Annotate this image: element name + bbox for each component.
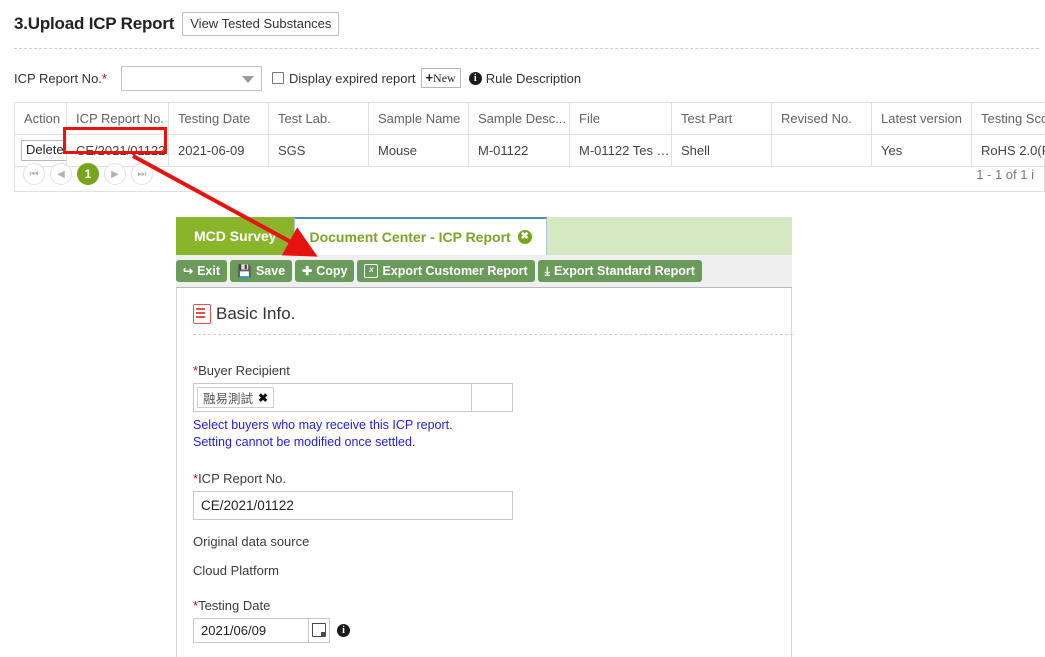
save-button[interactable]: 💾 Save [230,260,292,282]
col-sample-desc: Sample Desc... [469,103,570,135]
new-button[interactable]: +New [421,68,460,89]
testing-date-input[interactable] [193,618,308,643]
original-data-source-value: Cloud Platform [193,563,771,578]
export-standard-report-label: Export Standard Report [554,264,695,278]
basic-info-divider [193,334,793,335]
chevron-down-icon [242,76,254,83]
buyer-recipient-hint: Select buyers who may receive this ICP r… [193,417,488,451]
save-icon: 💾 [237,265,252,277]
page-title: 3.Upload ICP Report [14,14,174,34]
info-icon: i [469,72,482,85]
pager-count-label: 1 - 1 of 1 i [976,167,1036,182]
exit-button-label: Exit [197,264,220,278]
col-latest-version: Latest version [872,103,972,135]
icp-report-no-field-label-text: ICP Report No. [198,471,286,486]
col-sample-name: Sample Name [369,103,469,135]
original-data-source-label: Original data source [193,534,771,549]
export-customer-report-button[interactable]: x Export Customer Report [357,260,534,282]
icp-report-no-input[interactable] [193,491,513,520]
export-standard-report-button[interactable]: ⤓ Export Standard Report [538,260,702,282]
testing-date-label: *Testing Date [193,598,771,613]
display-expired-report-checkbox[interactable]: Display expired report [272,71,415,86]
tab-document-center-label: Document Center - ICP Report [309,229,510,245]
col-revised-no: Revised No. [772,103,872,135]
pager-last-button[interactable]: ⏭ [131,163,153,185]
screen-root: 3.Upload ICP Report View Tested Substanc… [0,0,1045,657]
basic-info-heading: Basic Info. [193,304,771,324]
buyer-recipient-input[interactable]: 融易測試 ✖ [193,383,513,412]
info-icon[interactable]: i [337,624,350,637]
testing-date-label-text: Testing Date [198,598,270,613]
col-testing-scope: Testing Scop [972,103,1045,135]
panel-toolbar: ↪ Exit 💾 Save ✚ Copy x Export Customer R… [176,255,792,288]
table-header-row: Action ICP Report No. Testing Date Test … [15,103,1045,135]
display-expired-report-label: Display expired report [289,71,415,86]
testing-date-row: i [193,618,771,643]
excel-icon: x [364,264,378,278]
calendar-button[interactable] [308,618,330,643]
panel-body: Basic Info. *Buyer Recipient 融易測試 ✖ Sele… [176,288,792,657]
section-header: 3.Upload ICP Report View Tested Substanc… [0,0,1045,48]
basic-info-heading-label: Basic Info. [216,304,295,324]
new-button-label: New [433,71,456,85]
exit-button[interactable]: ↪ Exit [176,260,227,282]
required-asterisk: * [102,71,107,86]
pager-next-button[interactable]: ▶ [104,163,126,185]
list-icon [193,304,211,324]
col-testing-date: Testing Date [169,103,269,135]
exit-icon: ↪ [183,265,193,277]
tab-document-center-icp-report[interactable]: Document Center - ICP Report ✖ [294,217,546,255]
remove-tag-icon[interactable]: ✖ [258,391,268,405]
plus-icon: + [425,70,433,85]
table-pager: ⏮ ◀ 1 ▶ ⏭ 1 - 1 of 1 i [14,157,1045,192]
col-file: File [570,103,672,135]
download-icon: ⤓ [545,265,550,277]
tab-mcd-survey[interactable]: MCD Survey [176,217,294,255]
rule-description-link[interactable]: i Rule Description [469,71,581,86]
icp-report-no-label: ICP Report No.* [14,71,107,86]
header-divider [14,48,1039,49]
col-test-lab: Test Lab. [269,103,369,135]
buyer-recipient-label: *Buyer Recipient [193,363,771,378]
tab-mcd-survey-label: MCD Survey [194,228,276,244]
pager-page-1[interactable]: 1 [77,163,99,185]
checkbox-box-icon[interactable] [272,72,284,84]
icp-report-no-field-label: *ICP Report No. [193,471,771,486]
filter-row: ICP Report No.* Display expired report +… [14,63,581,93]
buyer-tag-label: 融易測試 [203,388,253,407]
view-tested-substances-button[interactable]: View Tested Substances [182,12,339,36]
buyer-tag[interactable]: 融易測試 ✖ [197,387,274,408]
buyer-recipient-label-text: Buyer Recipient [198,363,290,378]
col-icp-report-no: ICP Report No. [67,103,169,135]
rule-description-label: Rule Description [486,71,581,86]
icp-report-panel: MCD Survey Document Center - ICP Report … [176,217,792,657]
icp-report-no-select[interactable] [121,66,262,91]
testing-date-group [193,618,330,643]
col-action: Action [15,103,67,135]
export-customer-report-label: Export Customer Report [382,264,527,278]
calendar-icon [312,623,326,637]
panel-tabstrip: MCD Survey Document Center - ICP Report … [176,217,792,255]
save-button-label: Save [256,264,285,278]
plus-icon: ✚ [302,265,312,277]
close-icon[interactable]: ✖ [518,230,532,244]
pager-prev-button[interactable]: ◀ [50,163,72,185]
col-test-part: Test Part [672,103,772,135]
copy-button[interactable]: ✚ Copy [295,260,354,282]
pager-first-button[interactable]: ⏮ [23,163,45,185]
icp-report-no-label-text: ICP Report No. [14,71,102,86]
copy-button-label: Copy [316,264,347,278]
